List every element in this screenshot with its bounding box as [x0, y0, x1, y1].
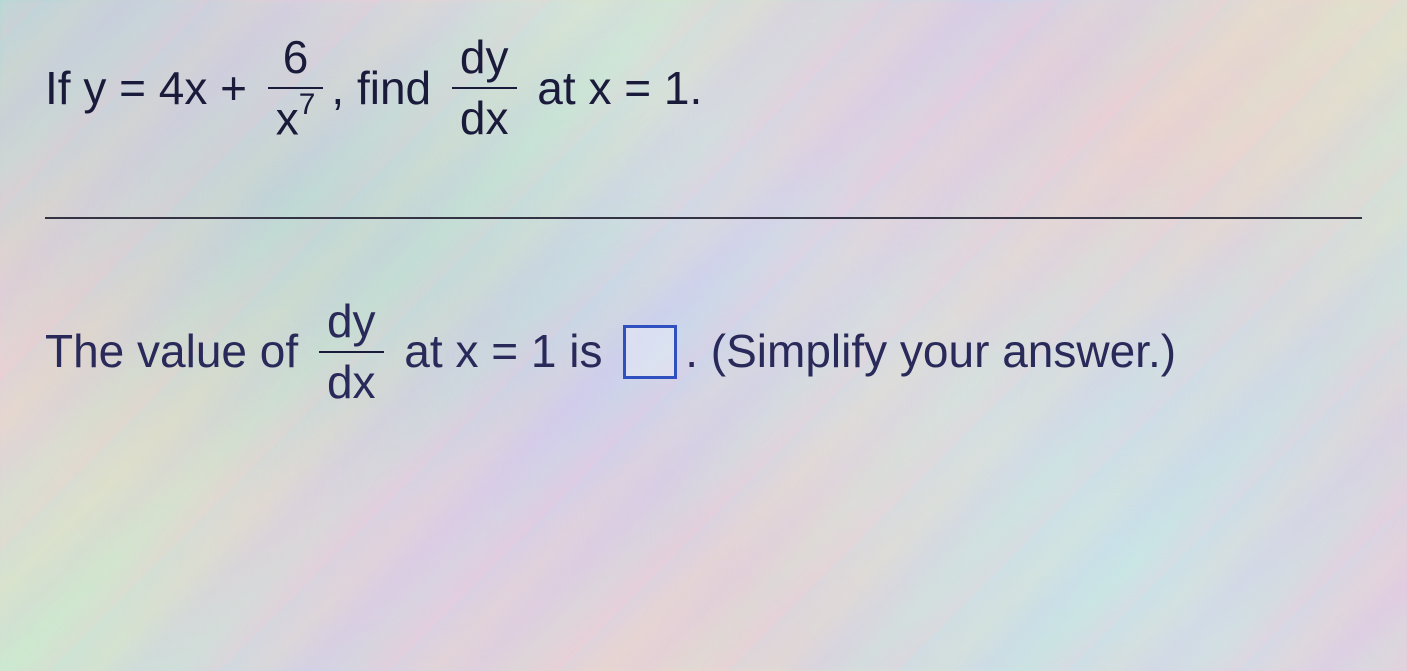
question-prefix: If y = 4x +	[45, 61, 260, 116]
question-suffix: at x = 1.	[525, 61, 703, 116]
answer-text: The value of dy dx at x = 1 is . (Simpli…	[45, 294, 1362, 410]
denominator: dx	[319, 351, 384, 410]
denominator: dx	[452, 87, 517, 146]
numerator: 6	[275, 30, 317, 87]
numerator: dy	[452, 30, 517, 87]
fraction-derivative: dy dx	[452, 30, 517, 146]
section-divider	[45, 217, 1362, 219]
answer-middle: at x = 1 is	[392, 324, 616, 379]
fraction-expression: 6 x7	[268, 30, 324, 147]
question-middle: , find	[331, 61, 444, 116]
question-text: If y = 4x + 6 x7 , find dy dx at x = 1.	[45, 30, 1362, 147]
problem-content: If y = 4x + 6 x7 , find dy dx at x = 1. …	[0, 0, 1407, 440]
answer-input-box[interactable]	[623, 325, 677, 379]
answer-suffix: . (Simplify your answer.)	[685, 324, 1176, 379]
fraction-derivative: dy dx	[319, 294, 384, 410]
answer-prefix: The value of	[45, 324, 311, 379]
denominator: x7	[268, 87, 324, 147]
numerator: dy	[319, 294, 384, 351]
